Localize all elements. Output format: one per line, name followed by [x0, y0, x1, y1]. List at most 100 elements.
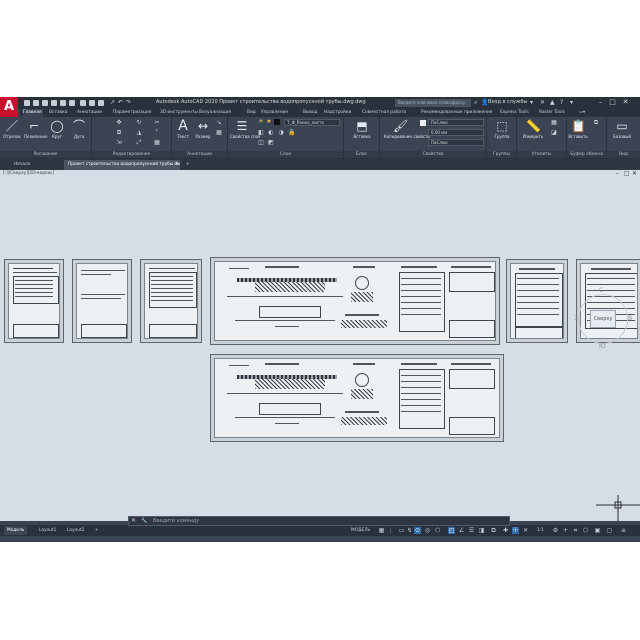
- layer-prev-icon[interactable]: ◫: [258, 140, 264, 146]
- viewport-minimize-icon[interactable]: –: [616, 171, 622, 177]
- sheet-4[interactable]: [210, 257, 500, 345]
- trim-icon[interactable]: ✂: [154, 120, 160, 126]
- search-input[interactable]: Введите ключевое слово/фразу: [395, 99, 471, 107]
- layer-lock-icon[interactable]: 🔒: [288, 130, 295, 136]
- panel-label-modify[interactable]: Редактирование: [92, 151, 171, 158]
- a360-icon[interactable]: ▲: [550, 99, 555, 106]
- layer-properties-tool[interactable]: ☰ Свойства слоя: [230, 119, 260, 139]
- isolate-icon[interactable]: ⬡: [582, 527, 589, 534]
- sheet-7[interactable]: [210, 354, 504, 442]
- selection-cycling-icon[interactable]: ⧉: [490, 527, 497, 534]
- circle-tool[interactable]: ◯ Круг: [47, 119, 67, 139]
- polyline-tool[interactable]: ⌐ Полилиния: [24, 119, 47, 139]
- tab-addins[interactable]: Надстройки: [323, 109, 352, 117]
- infer-icon[interactable]: ▭: [398, 527, 405, 534]
- layer-freeze-icon[interactable]: ★: [266, 119, 272, 125]
- compass-south[interactable]: Ю: [599, 343, 605, 350]
- new-icon[interactable]: [24, 100, 30, 106]
- new-tab-button[interactable]: +: [182, 160, 194, 170]
- close-window-button[interactable]: ✕: [621, 98, 630, 107]
- layer-isolate-icon[interactable]: ◑: [278, 130, 284, 136]
- panel-label-view[interactable]: Вид: [607, 151, 640, 158]
- stretch-icon[interactable]: ⇲: [116, 140, 122, 146]
- panel-label-properties[interactable]: Свойства: [380, 151, 486, 158]
- panel-label-annotation[interactable]: Аннотации: [172, 151, 227, 158]
- layer-sun-icon[interactable]: ☀: [258, 119, 264, 125]
- tab-insert[interactable]: Вставка: [48, 109, 68, 117]
- arc-tool[interactable]: ⌒ Дуга: [69, 119, 89, 139]
- layer-walk-icon[interactable]: ◩: [268, 140, 274, 146]
- tab-start[interactable]: Начало: [10, 160, 34, 170]
- tab-output[interactable]: Вывод: [302, 109, 318, 117]
- add-layout-button[interactable]: +: [92, 526, 102, 535]
- panel-label-clipboard[interactable]: Буфер обмена: [567, 151, 606, 158]
- tab-model[interactable]: Модель: [4, 526, 28, 535]
- model-space-toggle[interactable]: МОДЕЛЬ: [348, 526, 373, 535]
- command-line[interactable]: ✕ 🔧 Введите команду: [128, 516, 510, 526]
- tab-featured-apps[interactable]: Рекомендованные приложения: [420, 109, 493, 117]
- compass-west[interactable]: З: [574, 315, 578, 322]
- tab-visualize[interactable]: Визуализация: [198, 109, 232, 117]
- share-icon[interactable]: ↗: [110, 99, 115, 106]
- layer-match-icon[interactable]: ◧: [258, 130, 264, 136]
- sign-in-link[interactable]: Вход в службы: [488, 99, 527, 105]
- help-dropdown-icon[interactable]: ▾: [570, 99, 573, 106]
- snap-icon[interactable]: ⋮: [387, 527, 394, 534]
- tab-view[interactable]: Вид: [246, 109, 257, 117]
- array-icon[interactable]: ▦: [154, 140, 160, 146]
- tab-annotate[interactable]: Аннотации: [76, 109, 103, 117]
- maximize-button[interactable]: □: [608, 98, 617, 107]
- group-tool[interactable]: ⬚ Группа: [492, 119, 512, 139]
- plot-icon[interactable]: [80, 100, 86, 106]
- settings-icon[interactable]: ⚙: [552, 527, 559, 534]
- save-as-icon[interactable]: [51, 100, 57, 106]
- scale-icon[interactable]: ⤢: [136, 140, 142, 146]
- mirror-icon[interactable]: ◮: [136, 130, 142, 136]
- calculator-icon[interactable]: ▦: [551, 120, 557, 126]
- cart-icon[interactable]: ▾: [530, 99, 533, 106]
- tab-raster-tools[interactable]: Raster Tools: [538, 109, 566, 117]
- copy-icon[interactable]: ⧉: [116, 130, 122, 136]
- viewport-close-icon[interactable]: ✕: [632, 171, 638, 177]
- redo-icon[interactable]: [98, 100, 104, 106]
- match-properties-tool[interactable]: 🖌 Копирование свойств: [384, 119, 430, 139]
- color-swatch[interactable]: [420, 120, 426, 126]
- compass-east[interactable]: В: [628, 315, 632, 322]
- color-dropdown[interactable]: ПоСлою: [428, 119, 484, 126]
- hardware-accel-icon[interactable]: ▣: [594, 527, 601, 534]
- undo-arrow-icon[interactable]: ↶: [118, 99, 123, 106]
- sheet-1[interactable]: [4, 259, 64, 343]
- quick-select-icon[interactable]: ◪: [551, 130, 557, 136]
- panel-label-utilities[interactable]: Утилиты: [517, 151, 566, 158]
- tab-manage[interactable]: Управление: [260, 109, 289, 117]
- tab-home[interactable]: Главная: [22, 109, 43, 117]
- web-open-icon[interactable]: [60, 100, 66, 106]
- linetype-dropdown[interactable]: ПоСлою: [428, 139, 484, 146]
- table-icon[interactable]: ▦: [216, 130, 222, 136]
- search-icon[interactable]: ⌕: [474, 99, 477, 107]
- grid-icon[interactable]: ▦: [378, 527, 385, 534]
- panel-label-block[interactable]: Блок: [344, 151, 379, 158]
- command-customize-icon[interactable]: 🔧: [141, 517, 147, 525]
- viewport-restore-icon[interactable]: □: [624, 171, 630, 177]
- autocad-logo-button[interactable]: A: [0, 97, 18, 119]
- rotate-icon[interactable]: ↻: [136, 120, 142, 126]
- move-icon[interactable]: ✥: [116, 120, 122, 126]
- customize-icon[interactable]: ≡: [620, 527, 627, 534]
- ortho-icon[interactable]: ⊙: [414, 527, 421, 534]
- plus-icon[interactable]: +: [562, 527, 569, 534]
- minimize-button[interactable]: –: [596, 98, 605, 107]
- open-icon[interactable]: [33, 100, 39, 106]
- copy-clip-icon[interactable]: ⧉: [593, 120, 599, 126]
- undo-icon[interactable]: [89, 100, 95, 106]
- sheet-3[interactable]: [140, 259, 202, 343]
- lineweight-icon[interactable]: ☰: [468, 527, 475, 534]
- base-view-tool[interactable]: ▭ Базовый: [612, 119, 632, 139]
- panel-label-draw[interactable]: Рисование: [0, 151, 91, 158]
- tab-document[interactable]: Проект строительства водопропускной труб…: [64, 160, 180, 170]
- clean-screen-icon[interactable]: ▢: [606, 527, 613, 534]
- panel-label-layers[interactable]: Слои: [228, 151, 343, 158]
- polar-icon[interactable]: ◎: [424, 527, 431, 534]
- tab-layout1[interactable]: Layout1: [36, 526, 59, 535]
- layer-dropdown[interactable]: Т_Ф_Рамка_листа: [284, 119, 340, 126]
